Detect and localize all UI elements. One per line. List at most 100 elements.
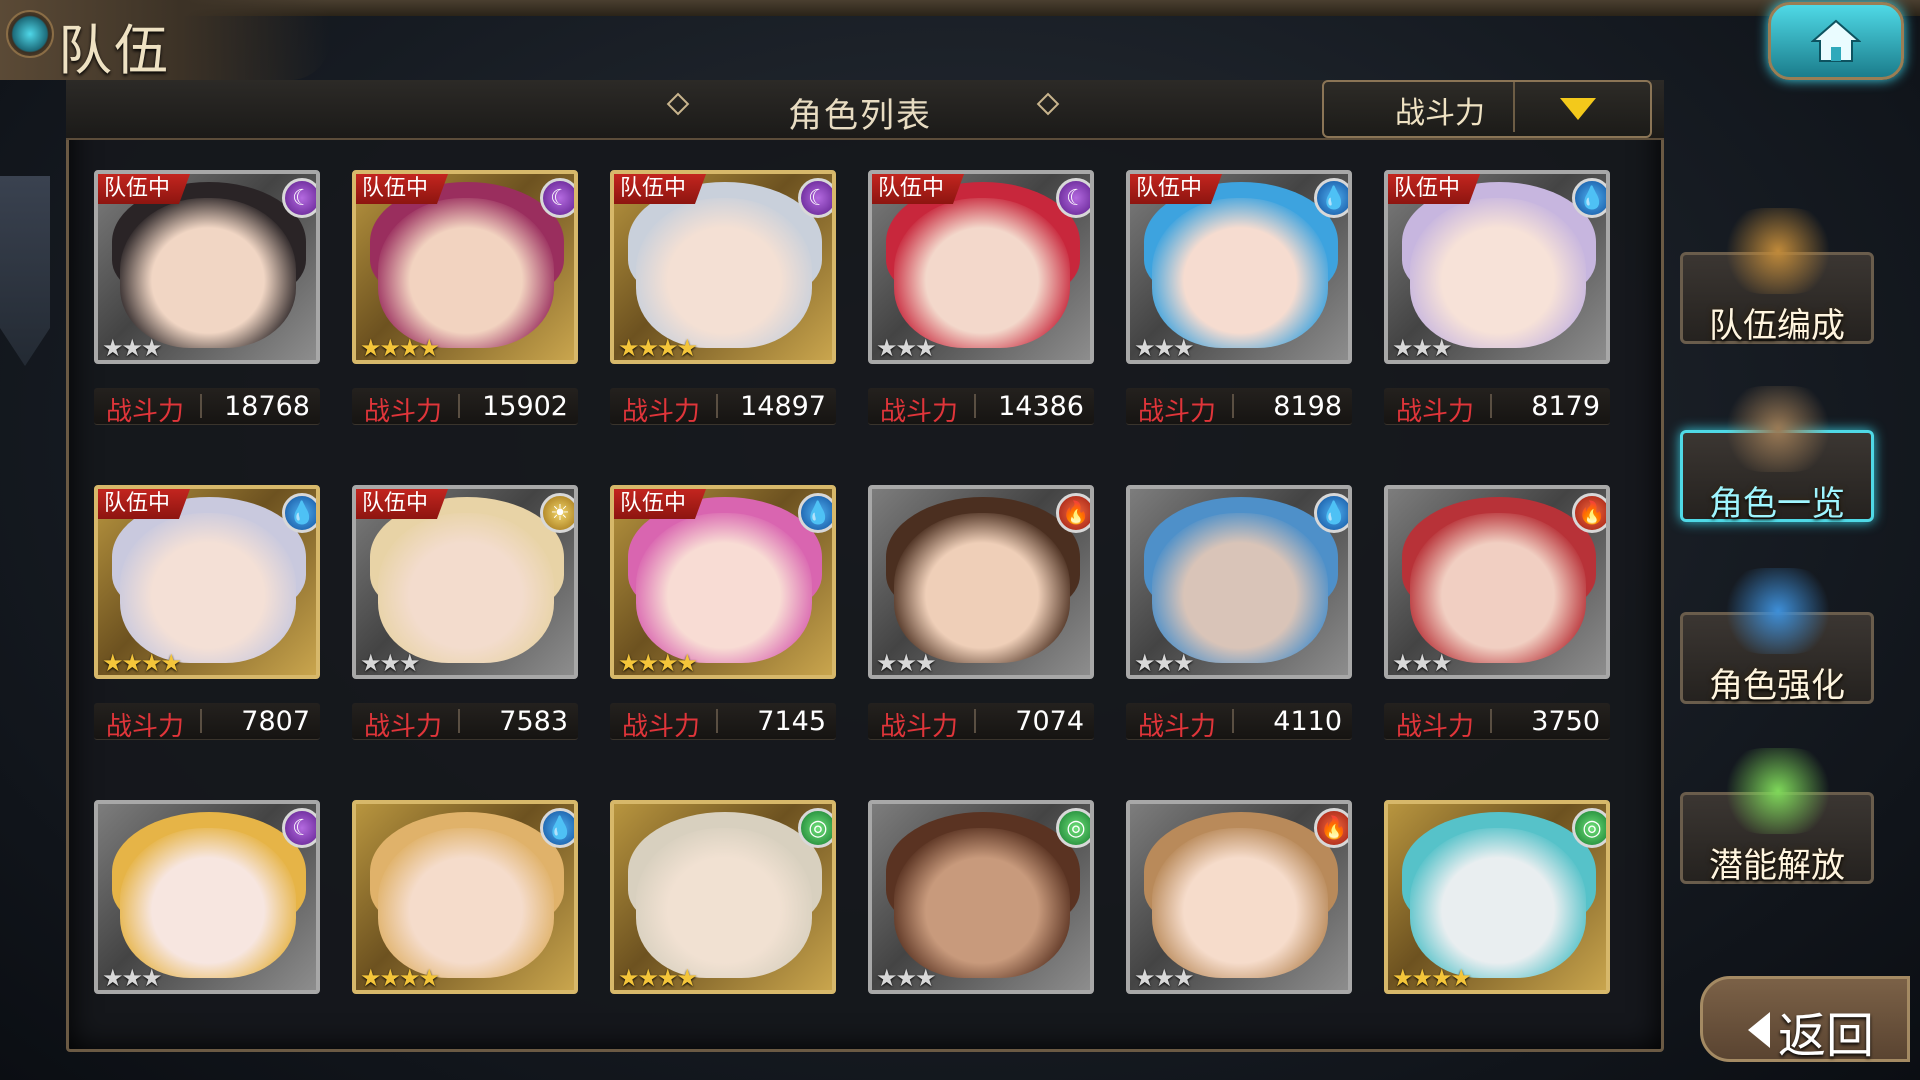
rarity-stars: ★★★★ — [1392, 964, 1472, 992]
character-portrait[interactable]: ★★★ 🔥 — [1384, 485, 1610, 679]
power-value: 8179 — [1531, 391, 1600, 422]
power-label: 战斗力 — [622, 397, 701, 427]
character-portrait[interactable]: ★★★ 队伍中 ☾ — [94, 170, 320, 364]
moon-element-icon: ☾ — [282, 808, 316, 848]
character-portrait[interactable]: ★★★ 队伍中 ☾ — [868, 170, 1094, 364]
power-separator — [458, 394, 460, 418]
side-banner-decoration — [0, 176, 50, 366]
rarity-stars: ★★★ — [876, 649, 937, 677]
power-label: 战斗力 — [1396, 397, 1475, 427]
character-portrait[interactable]: ★★★ 💧 — [1126, 485, 1352, 679]
power-value: 7807 — [241, 706, 310, 737]
rarity-stars: ★★★ — [102, 334, 163, 362]
character-portrait[interactable]: ★★★ ◎ — [868, 800, 1094, 994]
rarity-stars: ★★★★ — [102, 649, 182, 677]
character-enhance-label[interactable]: 角色强化 — [1680, 658, 1874, 707]
moon-element-icon: ☾ — [540, 178, 574, 218]
power-label: 战斗力 — [1138, 397, 1217, 427]
power-value: 7145 — [757, 706, 826, 737]
wind-element-icon: ◎ — [1572, 808, 1606, 848]
power-value: 7074 — [1015, 706, 1084, 737]
home-button[interactable] — [1768, 2, 1904, 80]
character-face — [378, 828, 554, 978]
power-separator — [974, 709, 976, 733]
power-bar: 战斗力 14386 — [868, 388, 1094, 427]
in-team-badge: 队伍中 — [98, 174, 191, 204]
power-label: 战斗力 — [1396, 712, 1475, 742]
power-separator — [716, 394, 718, 418]
in-team-badge: 队伍中 — [614, 489, 707, 519]
power-separator — [200, 709, 202, 733]
potential-unlock-label[interactable]: 潜能解放 — [1680, 838, 1874, 887]
water-element-icon: 💧 — [1314, 178, 1348, 218]
character-portrait[interactable]: ★★★ 队伍中 ☀ — [352, 485, 578, 679]
character-face — [636, 828, 812, 978]
character-portrait[interactable]: ★★★★ 队伍中 ☾ — [610, 170, 836, 364]
power-value: 14897 — [740, 391, 826, 422]
power-label: 战斗力 — [622, 712, 701, 742]
sort-selected-label[interactable]: 战斗力 — [1340, 88, 1540, 132]
rarity-stars: ★★★ — [876, 334, 937, 362]
character-enhance-art — [1718, 568, 1838, 654]
power-label: 战斗力 — [106, 712, 185, 742]
power-value: 8198 — [1273, 391, 1342, 422]
power-separator — [458, 709, 460, 733]
back-label[interactable]: 返回 — [1778, 996, 1874, 1066]
power-bar: 战斗力 4110 — [1126, 703, 1352, 742]
water-element-icon: 💧 — [798, 493, 832, 533]
fire-element-icon: 🔥 — [1056, 493, 1090, 533]
power-bar: 战斗力 15902 — [352, 388, 578, 427]
character-face — [120, 198, 296, 348]
character-face — [1410, 513, 1586, 663]
power-bar: 战斗力 7145 — [610, 703, 836, 742]
power-separator — [716, 709, 718, 733]
in-team-badge: 队伍中 — [356, 489, 449, 519]
power-label: 战斗力 — [880, 712, 959, 742]
water-element-icon: 💧 — [1314, 493, 1348, 533]
power-bar: 战斗力 7583 — [352, 703, 578, 742]
water-element-icon: 💧 — [1572, 178, 1606, 218]
power-separator — [1232, 394, 1234, 418]
character-portrait[interactable]: ★★★ 🔥 — [1126, 800, 1352, 994]
page-title: 队伍 — [58, 19, 170, 82]
character-face — [1152, 828, 1328, 978]
character-portrait[interactable]: ★★★ ☾ — [94, 800, 320, 994]
rarity-stars: ★★★★ — [618, 649, 698, 677]
rarity-stars: ★★★ — [876, 964, 937, 992]
power-value: 15902 — [482, 391, 568, 422]
moon-element-icon: ☾ — [1056, 178, 1090, 218]
character-list-label[interactable]: 角色一览 — [1680, 476, 1874, 525]
water-element-icon: 💧 — [540, 808, 574, 848]
fire-element-icon: 🔥 — [1314, 808, 1348, 848]
back-arrow-icon — [1748, 1012, 1770, 1048]
character-list-art — [1718, 386, 1838, 472]
character-portrait[interactable]: ★★★★ ◎ — [1384, 800, 1610, 994]
power-separator — [974, 394, 976, 418]
character-portrait[interactable]: ★★★ 队伍中 💧 — [1126, 170, 1352, 364]
rarity-stars: ★★★★ — [360, 964, 440, 992]
character-face — [894, 198, 1070, 348]
rarity-stars: ★★★★ — [360, 334, 440, 362]
in-team-badge: 队伍中 — [356, 174, 449, 204]
in-team-badge: 队伍中 — [98, 489, 191, 519]
power-bar: 战斗力 7074 — [868, 703, 1094, 742]
rarity-stars: ★★★★ — [618, 964, 698, 992]
character-portrait[interactable]: ★★★★ 队伍中 💧 — [94, 485, 320, 679]
rarity-stars: ★★★ — [1134, 964, 1195, 992]
power-value: 3750 — [1531, 706, 1600, 737]
character-portrait[interactable]: ★★★★ 队伍中 ☾ — [352, 170, 578, 364]
character-portrait[interactable]: ★★★★ 队伍中 💧 — [610, 485, 836, 679]
character-portrait[interactable]: ★★★★ 💧 — [352, 800, 578, 994]
team-formation-label[interactable]: 队伍编成 — [1680, 298, 1874, 347]
power-value: 14386 — [998, 391, 1084, 422]
in-team-badge: 队伍中 — [614, 174, 707, 204]
character-face — [120, 513, 296, 663]
gear-icon — [6, 10, 54, 58]
fire-element-icon: 🔥 — [1572, 493, 1606, 533]
dropdown-arrow-icon[interactable] — [1560, 98, 1596, 120]
character-portrait[interactable]: ★★★ 🔥 — [868, 485, 1094, 679]
character-portrait[interactable]: ★★★ 队伍中 💧 — [1384, 170, 1610, 364]
character-portrait[interactable]: ★★★★ ◎ — [610, 800, 836, 994]
team-formation-art — [1718, 208, 1838, 294]
power-bar: 战斗力 8179 — [1384, 388, 1610, 427]
